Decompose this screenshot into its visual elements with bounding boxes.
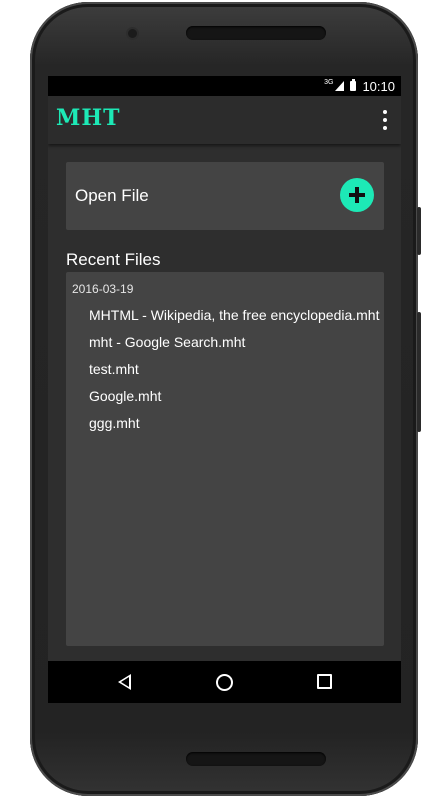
- front-camera: [128, 29, 137, 38]
- recents-square-icon[interactable]: [317, 674, 332, 689]
- status-indicators: 3G 10:10: [324, 78, 395, 94]
- power-button: [417, 207, 421, 255]
- overflow-dot: [383, 126, 387, 130]
- list-item[interactable]: ggg.mht: [66, 410, 384, 437]
- navigation-bar: [48, 661, 401, 703]
- status-time: 10:10: [362, 78, 395, 94]
- app-bar: MHT: [48, 96, 401, 144]
- open-file-label: Open File: [75, 186, 149, 205]
- top-speaker-grille: [186, 26, 326, 40]
- file-list: MHTML - Wikipedia, the free encyclopedia…: [66, 302, 384, 437]
- overflow-dot: [383, 118, 387, 122]
- signal-icon: [335, 81, 345, 91]
- recent-files-list: 2016-03-19 MHTML - Wikipedia, the free e…: [66, 272, 384, 646]
- list-item[interactable]: test.mht: [66, 356, 384, 383]
- recent-files-heading: Recent Files: [66, 250, 161, 269]
- plus-icon: [347, 185, 367, 205]
- add-circle-icon[interactable]: [340, 178, 374, 212]
- recent-date-header: 2016-03-19: [72, 282, 134, 296]
- list-item[interactable]: MHTML - Wikipedia, the free encyclopedia…: [66, 302, 384, 329]
- volume-button: [417, 312, 421, 432]
- status-bar: 3G 10:10: [48, 76, 401, 96]
- open-file-button[interactable]: Open File: [66, 162, 384, 230]
- home-circle-icon[interactable]: [216, 674, 233, 691]
- battery-icon: [350, 79, 357, 91]
- list-item[interactable]: Google.mht: [66, 383, 384, 410]
- list-item[interactable]: mht - Google Search.mht: [66, 329, 384, 356]
- back-triangle-icon[interactable]: [118, 674, 131, 690]
- app-screen: 3G 10:10 MHT Open File Recent Files 2016…: [48, 76, 401, 703]
- network-type: 3G: [324, 78, 334, 86]
- app-title: MHT: [56, 105, 121, 131]
- overflow-dot: [383, 110, 387, 114]
- more-vert-icon[interactable]: [379, 110, 391, 130]
- bottom-speaker-grille: [186, 752, 326, 766]
